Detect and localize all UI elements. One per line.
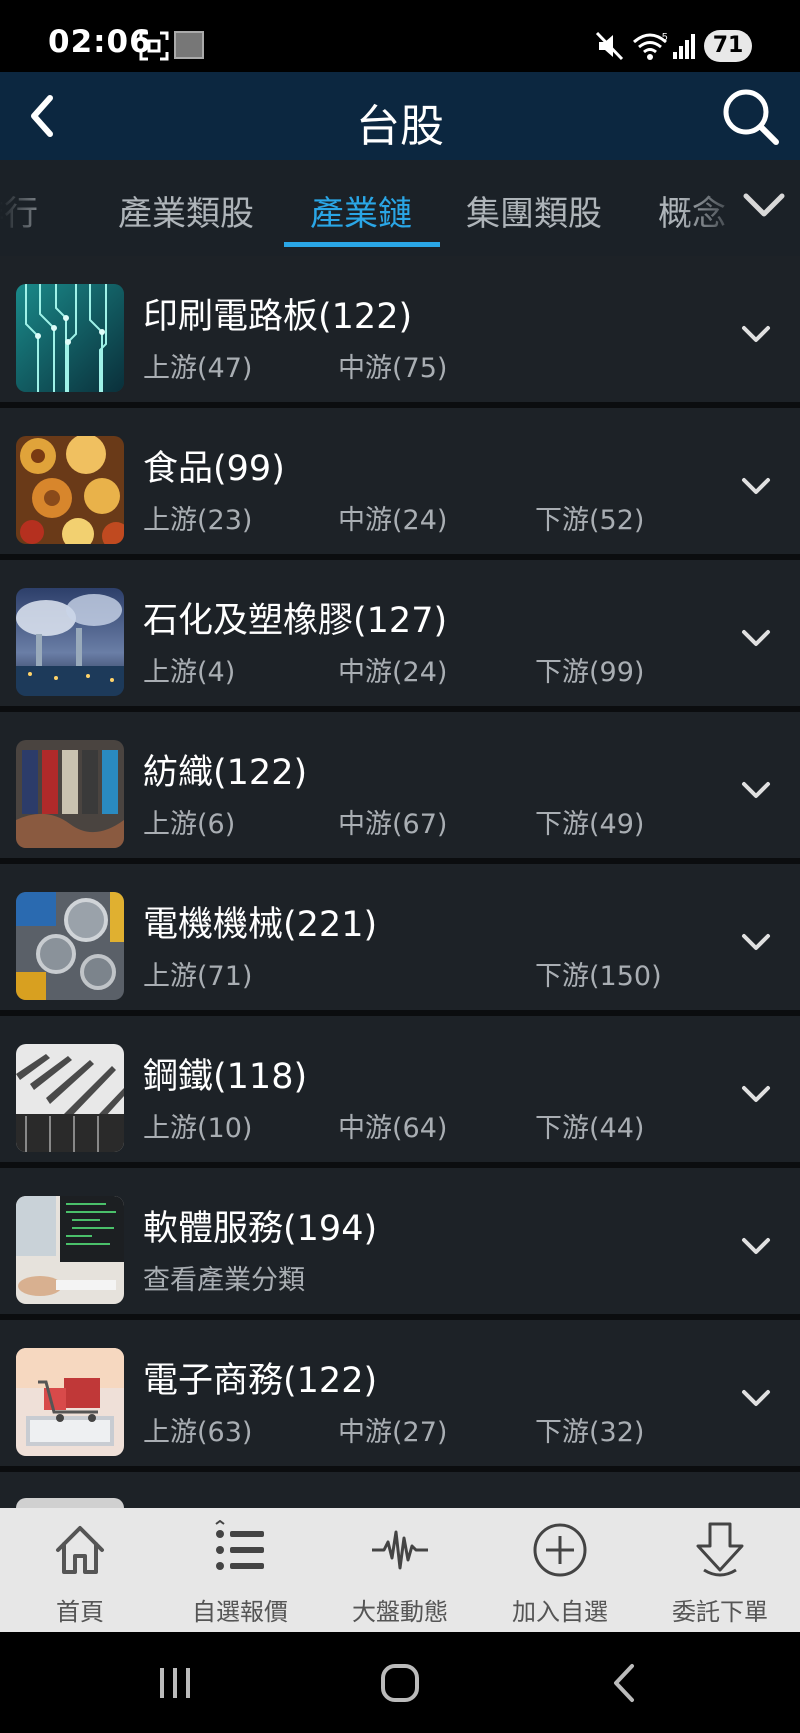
chevron-down-icon[interactable]: [738, 1076, 774, 1112]
steel-thumbnail: [16, 1044, 124, 1152]
industry-title: 電子商務(122): [143, 1361, 378, 1401]
search-icon[interactable]: [718, 84, 782, 148]
status-bar: 02:06 5 71: [0, 0, 800, 72]
upstream-link[interactable]: 上游(6): [143, 802, 235, 841]
e-commerce-thumbnail: [16, 1348, 124, 1456]
tab-industry-sector[interactable]: 產業類股: [118, 186, 254, 235]
system-navigation-bar: [0, 1632, 800, 1733]
downstream-link[interactable]: 下游(150): [535, 954, 662, 993]
tab-fade-left: [0, 160, 60, 256]
nav-watchlist-quotes[interactable]: 自選報價: [160, 1508, 320, 1632]
home-icon: [56, 1526, 104, 1574]
page-title: 台股: [356, 101, 444, 152]
nav-add-to-watchlist[interactable]: 加入自選: [480, 1508, 640, 1632]
pulse-icon: [372, 1530, 428, 1570]
industry-chain-list: 印刷電路板(122) 上游(47) 中游(75) 食品(99) 上游(23) 中…: [0, 256, 800, 1508]
midstream-link[interactable]: 中游(67): [338, 802, 447, 841]
industry-card-pcb[interactable]: 印刷電路板(122) 上游(47) 中游(75): [0, 256, 800, 402]
midstream-link[interactable]: 中游(64): [338, 1106, 447, 1145]
screenshot-icon: [139, 31, 169, 61]
industry-card-software-services[interactable]: 軟體服務(194) 查看產業分類: [0, 1168, 800, 1314]
upstream-link[interactable]: 上游(10): [143, 1106, 252, 1145]
industry-card-petrochemical[interactable]: 石化及塑橡膠(127) 上游(4) 中游(24) 下游(99): [0, 560, 800, 706]
gallery-thumbnail-icon: [174, 31, 204, 59]
downstream-link[interactable]: 下游(44): [535, 1106, 644, 1145]
downstream-link[interactable]: 下游(32): [535, 1410, 644, 1449]
upstream-link[interactable]: 上游(23): [143, 498, 252, 537]
upstream-link[interactable]: 上游(71): [143, 954, 252, 993]
chevron-down-icon[interactable]: [738, 180, 790, 232]
home-button-icon[interactable]: [375, 1660, 425, 1706]
midstream-link[interactable]: 中游(24): [338, 498, 447, 537]
industry-card-steel[interactable]: 鋼鐵(118) 上游(10) 中游(64) 下游(44): [0, 1016, 800, 1162]
system-back-icon[interactable]: [600, 1660, 650, 1706]
industry-card-electric-machinery[interactable]: 電機機械(221) 上游(71) 下游(150): [0, 864, 800, 1010]
downstream-link[interactable]: 下游(52): [535, 498, 644, 537]
industry-title: 軟體服務(194): [143, 1209, 378, 1249]
petrochemical-thumbnail: [16, 588, 124, 696]
nav-label: 首頁: [56, 1598, 104, 1626]
chevron-down-icon[interactable]: [738, 924, 774, 960]
upstream-link[interactable]: 上游(47): [143, 346, 252, 385]
recent-apps-icon[interactable]: [150, 1660, 200, 1706]
industry-title: 鋼鐵(118): [143, 1057, 308, 1097]
chevron-down-icon[interactable]: [738, 620, 774, 656]
signal-icon: [673, 34, 695, 59]
nav-label: 大盤動態: [352, 1598, 448, 1626]
wifi-icon: 5: [633, 32, 668, 60]
downstream-link[interactable]: 下游(49): [535, 802, 644, 841]
midstream-link[interactable]: 中游(75): [338, 346, 447, 385]
industry-title: 石化及塑橡膠(127): [143, 601, 448, 641]
battery-indicator: 71: [704, 30, 752, 62]
nav-label: 自選報價: [192, 1598, 288, 1626]
chevron-down-icon[interactable]: [738, 1228, 774, 1264]
chevron-down-icon[interactable]: [738, 316, 774, 352]
svg-text:5: 5: [662, 32, 668, 43]
tab-group-stocks[interactable]: 集團類股: [466, 186, 602, 235]
industry-title: 食品(99): [143, 449, 285, 489]
app-header: 台股: [0, 72, 800, 160]
status-time: 02:06: [48, 24, 152, 60]
upstream-link[interactable]: 上游(4): [143, 650, 235, 689]
chevron-down-icon[interactable]: [738, 1380, 774, 1416]
next-thumbnail-partial: [16, 1498, 124, 1508]
downstream-link[interactable]: 下游(99): [535, 650, 644, 689]
list-icon: [215, 1520, 264, 1570]
software-thumbnail: [16, 1196, 124, 1304]
tab-industry-chain[interactable]: 產業鏈: [310, 186, 412, 235]
nav-label: 加入自選: [512, 1598, 608, 1626]
upstream-link[interactable]: 上游(63): [143, 1410, 252, 1449]
industry-card-textile[interactable]: 紡織(122) 上游(6) 中游(67) 下游(49): [0, 712, 800, 858]
industry-card-e-commerce[interactable]: 電子商務(122) 上游(63) 中游(27) 下游(32): [0, 1320, 800, 1466]
add-circle-icon: [533, 1523, 587, 1577]
view-categories-link[interactable]: 查看產業分類: [143, 1258, 305, 1297]
active-tab-indicator: [284, 242, 440, 247]
pcb-thumbnail: [16, 284, 124, 392]
food-thumbnail: [16, 436, 124, 544]
nav-home[interactable]: 首頁: [0, 1508, 160, 1632]
nav-market-overview[interactable]: 大盤動態: [320, 1508, 480, 1632]
industry-card-next-partial[interactable]: [0, 1472, 800, 1508]
nav-label: 委託下單: [672, 1598, 768, 1626]
textile-thumbnail: [16, 740, 124, 848]
mute-icon: [595, 31, 624, 61]
chevron-down-icon[interactable]: [738, 772, 774, 808]
industry-title: 印刷電路板(122): [143, 297, 413, 337]
order-down-icon: [696, 1522, 744, 1577]
category-tabs: 排行 產業類股 產業鏈 集團類股 概念: [0, 160, 800, 256]
industry-card-food[interactable]: 食品(99) 上游(23) 中游(24) 下游(52): [0, 408, 800, 554]
nav-place-order[interactable]: 委託下單: [640, 1508, 800, 1632]
midstream-link[interactable]: 中游(24): [338, 650, 447, 689]
chevron-down-icon[interactable]: [738, 468, 774, 504]
industry-title: 紡織(122): [143, 753, 308, 793]
machinery-thumbnail: [16, 892, 124, 1000]
bottom-navigation: 首頁 自選報價 大盤動態 加入自選 委託下單: [0, 1508, 800, 1632]
midstream-link[interactable]: 中游(27): [338, 1410, 447, 1449]
industry-title: 電機機械(221): [143, 905, 378, 945]
